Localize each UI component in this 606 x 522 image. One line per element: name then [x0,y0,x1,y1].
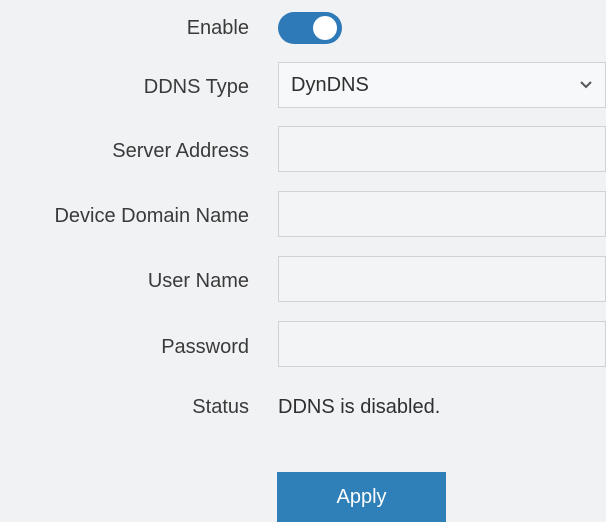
ddns-type-select[interactable]: DynDNS [278,62,606,108]
password-label: Password [161,336,249,358]
password-input[interactable] [278,321,606,367]
user-name-label: User Name [147,270,249,292]
enable-label: Enable [186,17,249,39]
apply-button[interactable]: Apply [277,472,446,522]
toggle-knob [313,16,337,40]
ddns-type-value: DynDNS [291,73,369,96]
status-value: DDNS is disabled. [278,396,441,418]
ddns-type-label: DDNS Type [143,76,249,98]
device-domain-name-input[interactable] [278,191,606,237]
user-name-input[interactable] [278,256,606,302]
status-label: Status [192,396,249,418]
ddns-settings-panel: Enable DDNS Type DynDNS Server Address D… [0,0,606,522]
device-domain-name-label: Device Domain Name [54,205,249,227]
server-address-label: Server Address [112,140,249,162]
server-address-input[interactable] [278,126,606,172]
chevron-down-icon[interactable] [573,72,599,98]
enable-toggle[interactable] [278,12,342,44]
